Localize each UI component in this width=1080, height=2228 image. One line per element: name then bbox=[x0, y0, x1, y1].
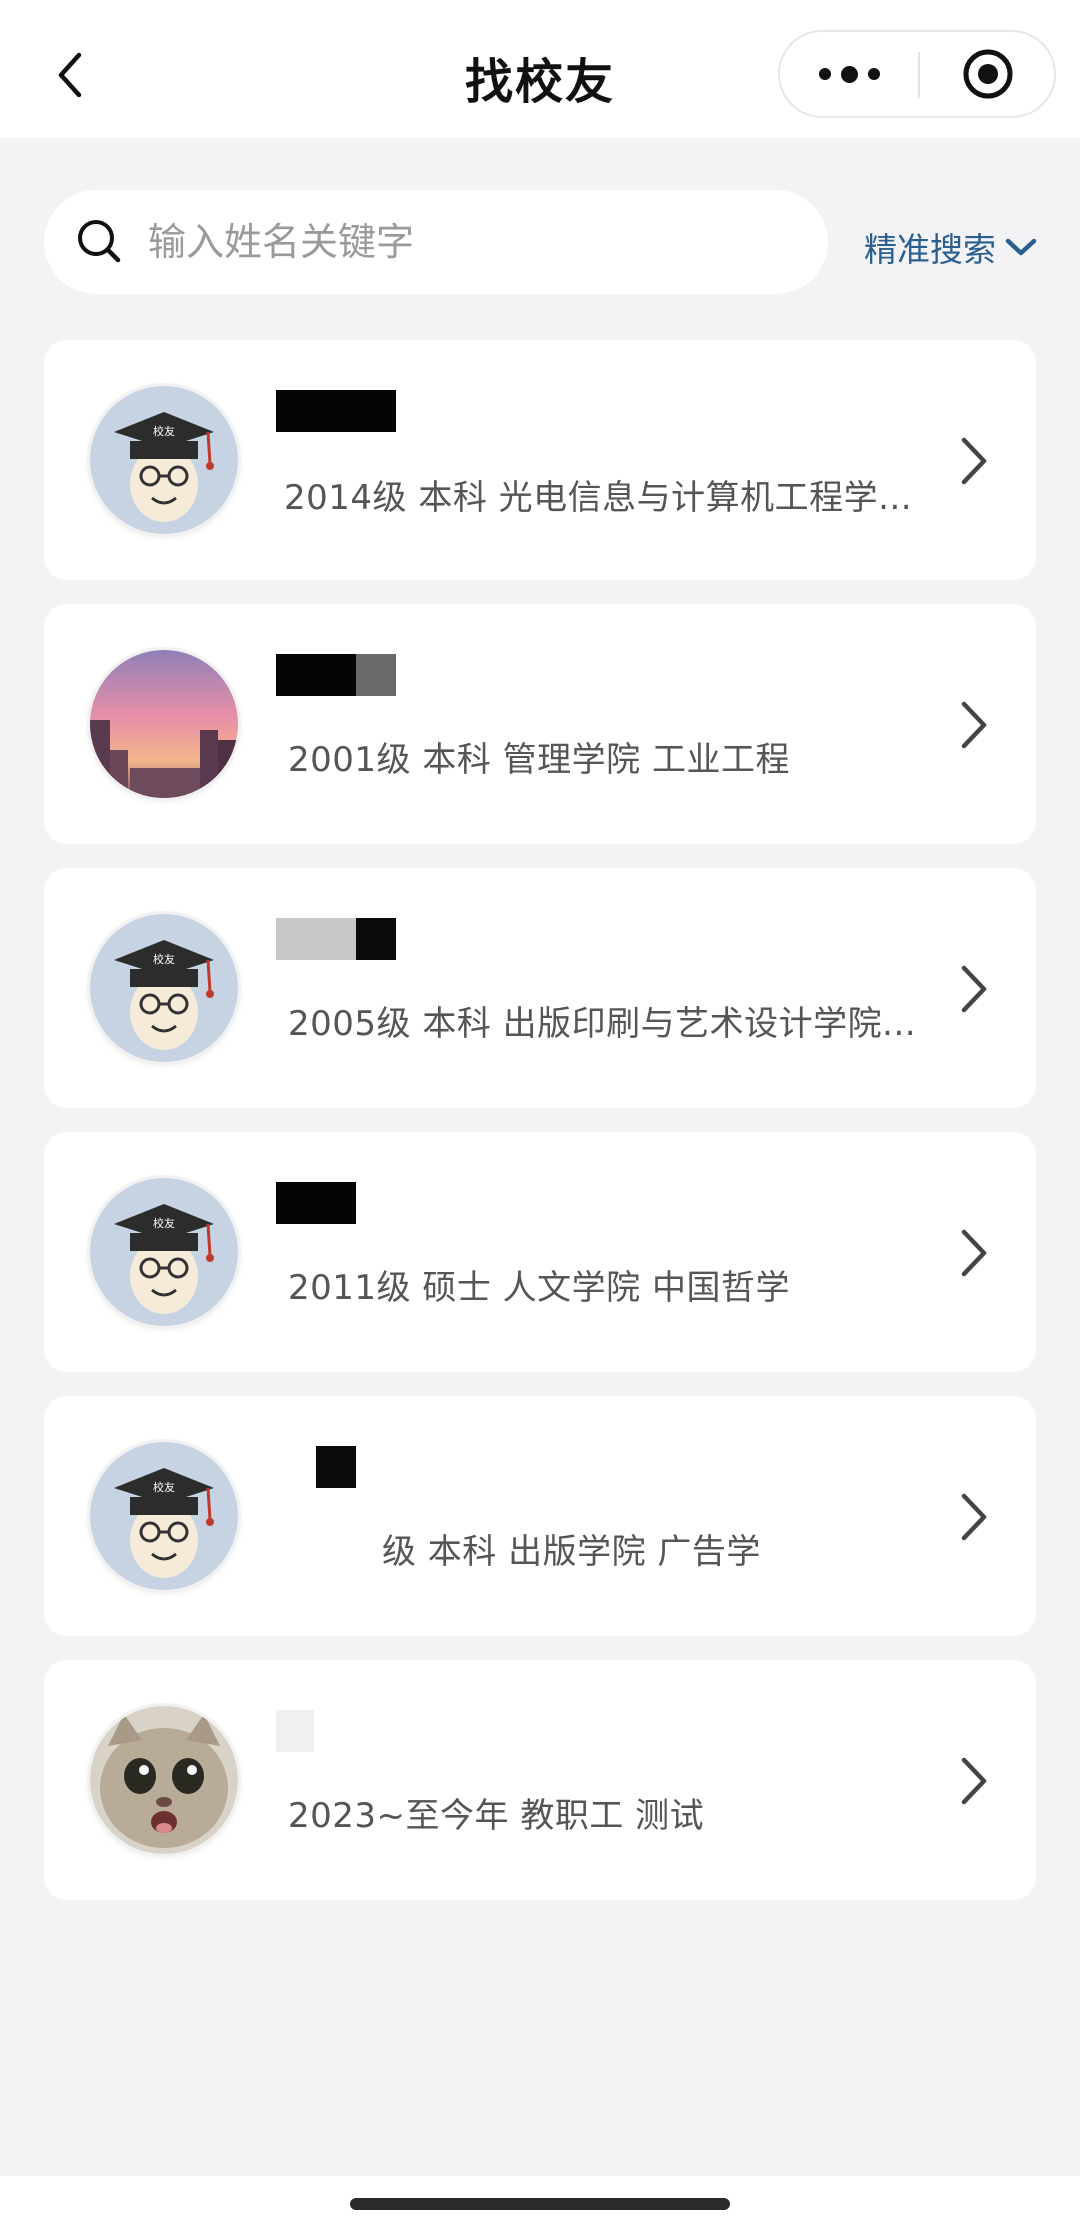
alumni-card[interactable]: 校友 级 本科 出版学院 广告学 bbox=[44, 1396, 1036, 1636]
mini-program-capsule bbox=[778, 30, 1056, 118]
alumni-info: 2014级 本科 光电信息与计算机工程学... bbox=[284, 478, 913, 518]
graduate-avatar: 校友 bbox=[90, 1178, 238, 1326]
more-dots-icon bbox=[814, 65, 885, 83]
target-close-icon bbox=[963, 49, 1013, 99]
chevron-right-icon bbox=[961, 701, 987, 749]
graduate-avatar: 校友 bbox=[90, 386, 238, 534]
name-redacted bbox=[316, 1446, 356, 1488]
search-box[interactable] bbox=[44, 190, 828, 294]
svg-text:校友: 校友 bbox=[153, 1216, 175, 1230]
alumni-card[interactable]: 校友 2014级 本科 光电信息与计算机工程学... bbox=[44, 340, 1036, 580]
chevron-right-icon bbox=[961, 1229, 987, 1277]
alumni-info: 2001级 本科 管理学院 工业工程 bbox=[288, 740, 790, 780]
close-mini-program-button[interactable] bbox=[920, 32, 1056, 116]
home-indicator[interactable] bbox=[350, 2198, 730, 2210]
chevron-right-icon bbox=[961, 965, 987, 1013]
alumni-info: 2011级 硕士 人文学院 中国哲学 bbox=[288, 1268, 790, 1308]
graduate-avatar: 校友 bbox=[90, 1442, 238, 1590]
name-redacted bbox=[276, 918, 396, 960]
sunset-city-avatar bbox=[90, 650, 238, 798]
chevron-right-icon bbox=[961, 437, 987, 485]
chevron-down-icon bbox=[1005, 238, 1037, 256]
svg-text:校友: 校友 bbox=[153, 1480, 175, 1494]
svg-text:校友: 校友 bbox=[153, 952, 175, 966]
name-redacted bbox=[276, 654, 396, 696]
name-redacted bbox=[276, 1182, 356, 1224]
chevron-right-icon bbox=[961, 1757, 987, 1805]
precise-search-toggle[interactable]: 精准搜索 bbox=[864, 222, 1038, 272]
graduate-avatar: 校友 bbox=[90, 914, 238, 1062]
precise-search-label: 精准搜索 bbox=[864, 230, 996, 269]
alumni-info: 2005级 本科 出版印刷与艺术设计学院... bbox=[288, 1004, 917, 1044]
alumni-card[interactable]: 校友 2011级 硕士 人文学院 中国哲学 bbox=[44, 1132, 1036, 1372]
search-input[interactable] bbox=[148, 210, 788, 274]
alumni-card[interactable]: 2023~至今年 教职工 测试 bbox=[44, 1660, 1036, 1900]
name-redacted bbox=[276, 390, 396, 432]
svg-text:校友: 校友 bbox=[153, 424, 175, 438]
alumni-card[interactable]: 校友 2005级 本科 出版印刷与艺术设计学院... bbox=[44, 868, 1036, 1108]
alumni-info: 2023~至今年 教职工 测试 bbox=[288, 1796, 705, 1836]
cat-avatar bbox=[90, 1706, 238, 1854]
navigation-bar: 找校友 bbox=[0, 0, 1080, 138]
chevron-right-icon bbox=[961, 1493, 987, 1541]
alumni-card[interactable]: 2001级 本科 管理学院 工业工程 bbox=[44, 604, 1036, 844]
more-button[interactable] bbox=[780, 32, 918, 116]
name-redacted bbox=[276, 1710, 314, 1752]
search-icon bbox=[78, 220, 121, 263]
